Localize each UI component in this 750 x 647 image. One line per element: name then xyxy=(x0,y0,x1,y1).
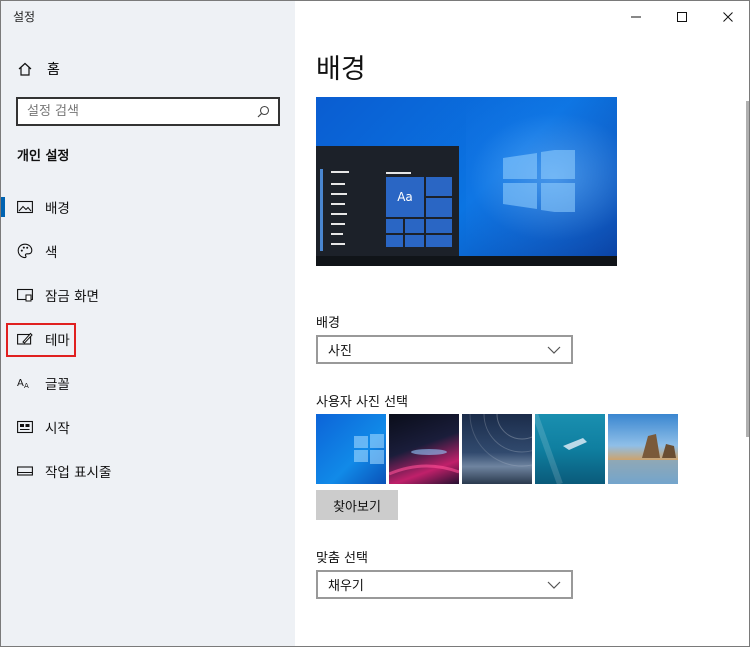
browse-button[interactable]: 찾아보기 xyxy=(316,490,398,520)
picture-icon xyxy=(17,199,33,215)
background-label: 배경 xyxy=(316,316,340,331)
svg-text:A: A xyxy=(24,382,29,390)
sidebar-item-fonts[interactable]: AA 글꼴 xyxy=(1,363,295,403)
page-title: 배경 xyxy=(316,54,366,85)
start-icon xyxy=(17,419,33,435)
sidebar-item-label: 배경 xyxy=(45,201,70,217)
windows-logo-icon xyxy=(503,150,575,212)
picture-thumbnails xyxy=(316,414,678,484)
theme-highlight-box xyxy=(6,323,76,357)
svg-text:A: A xyxy=(17,378,24,389)
maximize-icon xyxy=(677,12,687,22)
underwater-swimmer-thumbnail[interactable] xyxy=(535,414,605,484)
preview-taskbar xyxy=(316,256,617,266)
settings-window: 설정 홈 개인 설정 배경 색 xyxy=(0,0,750,647)
search-box[interactable] xyxy=(16,97,280,126)
chevron-down-icon xyxy=(547,345,561,355)
close-button[interactable] xyxy=(705,5,749,29)
section-title: 개인 설정 xyxy=(17,149,70,164)
choose-picture-label: 사용자 사진 선택 xyxy=(316,395,408,410)
fit-label: 맞춤 선택 xyxy=(316,551,368,566)
home-label: 홈 xyxy=(47,62,60,78)
search-input[interactable] xyxy=(27,104,256,119)
lock-screen-icon xyxy=(17,287,33,303)
sidebar-item-label: 시작 xyxy=(45,421,70,437)
windows-hero-thumbnail[interactable] xyxy=(316,414,386,484)
maximize-button[interactable] xyxy=(659,5,705,29)
home-icon xyxy=(17,61,33,77)
taskbar-icon xyxy=(17,463,33,479)
background-select-value: 사진 xyxy=(328,344,352,359)
star-trail-thumbnail[interactable] xyxy=(462,414,532,484)
sidebar-item-label: 작업 표시줄 xyxy=(45,465,112,481)
fit-select-value: 채우기 xyxy=(328,579,364,594)
sidebar-item-label: 색 xyxy=(45,245,58,261)
sidebar-item-label: 잠금 화면 xyxy=(45,289,99,305)
background-select[interactable]: 사진 xyxy=(316,335,573,364)
sidebar-item-background[interactable]: 배경 xyxy=(1,187,295,227)
chevron-down-icon xyxy=(547,580,561,590)
minimize-button[interactable] xyxy=(613,5,659,29)
search-icon[interactable] xyxy=(256,105,270,119)
sidebar-item-start[interactable]: 시작 xyxy=(1,407,295,447)
preview-tile: Aa xyxy=(386,177,424,217)
window-controls xyxy=(613,5,749,29)
close-icon xyxy=(723,12,733,22)
sidebar-item-lock-screen[interactable]: 잠금 화면 xyxy=(1,275,295,315)
minimize-icon xyxy=(631,16,641,18)
sidebar-item-label: 글꼴 xyxy=(45,377,70,393)
app-title: 설정 xyxy=(13,10,36,24)
sidebar-item-color[interactable]: 색 xyxy=(1,231,295,271)
sidebar: 설정 홈 개인 설정 배경 색 xyxy=(1,1,295,646)
home-link[interactable]: 홈 xyxy=(17,58,60,80)
font-icon: AA xyxy=(17,375,33,391)
sidebar-item-taskbar[interactable]: 작업 표시줄 xyxy=(1,451,295,491)
palette-icon xyxy=(17,243,33,259)
night-light-thumbnail[interactable] xyxy=(389,414,459,484)
scrollbar[interactable] xyxy=(746,101,749,437)
beach-rocks-thumbnail[interactable] xyxy=(608,414,678,484)
main-panel: 배경 Aa 배경 사진 사용자 사진 선택 찾아보기 맞춤 선택 채우기 xyxy=(295,1,749,646)
desktop-preview: Aa xyxy=(316,97,617,266)
fit-select[interactable]: 채우기 xyxy=(316,570,573,599)
